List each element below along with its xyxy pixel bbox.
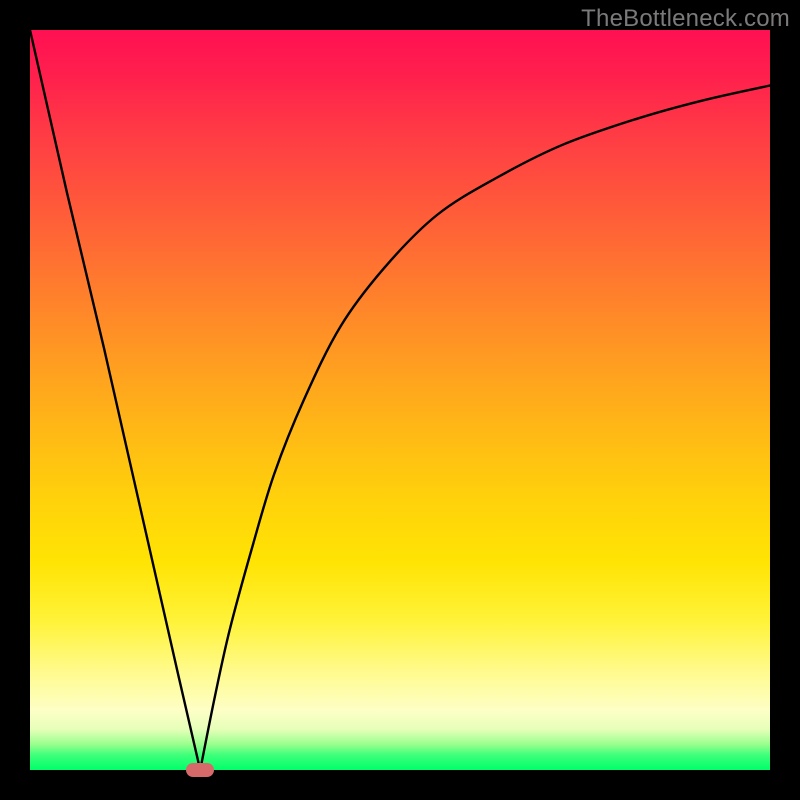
- chart-frame: TheBottleneck.com: [0, 0, 800, 800]
- curve-right-segment: [200, 86, 770, 771]
- curve-left-segment: [30, 30, 200, 770]
- minimum-marker: [186, 763, 214, 777]
- curve-svg: [30, 30, 770, 770]
- plot-area: [30, 30, 770, 770]
- watermark-text: TheBottleneck.com: [581, 5, 790, 33]
